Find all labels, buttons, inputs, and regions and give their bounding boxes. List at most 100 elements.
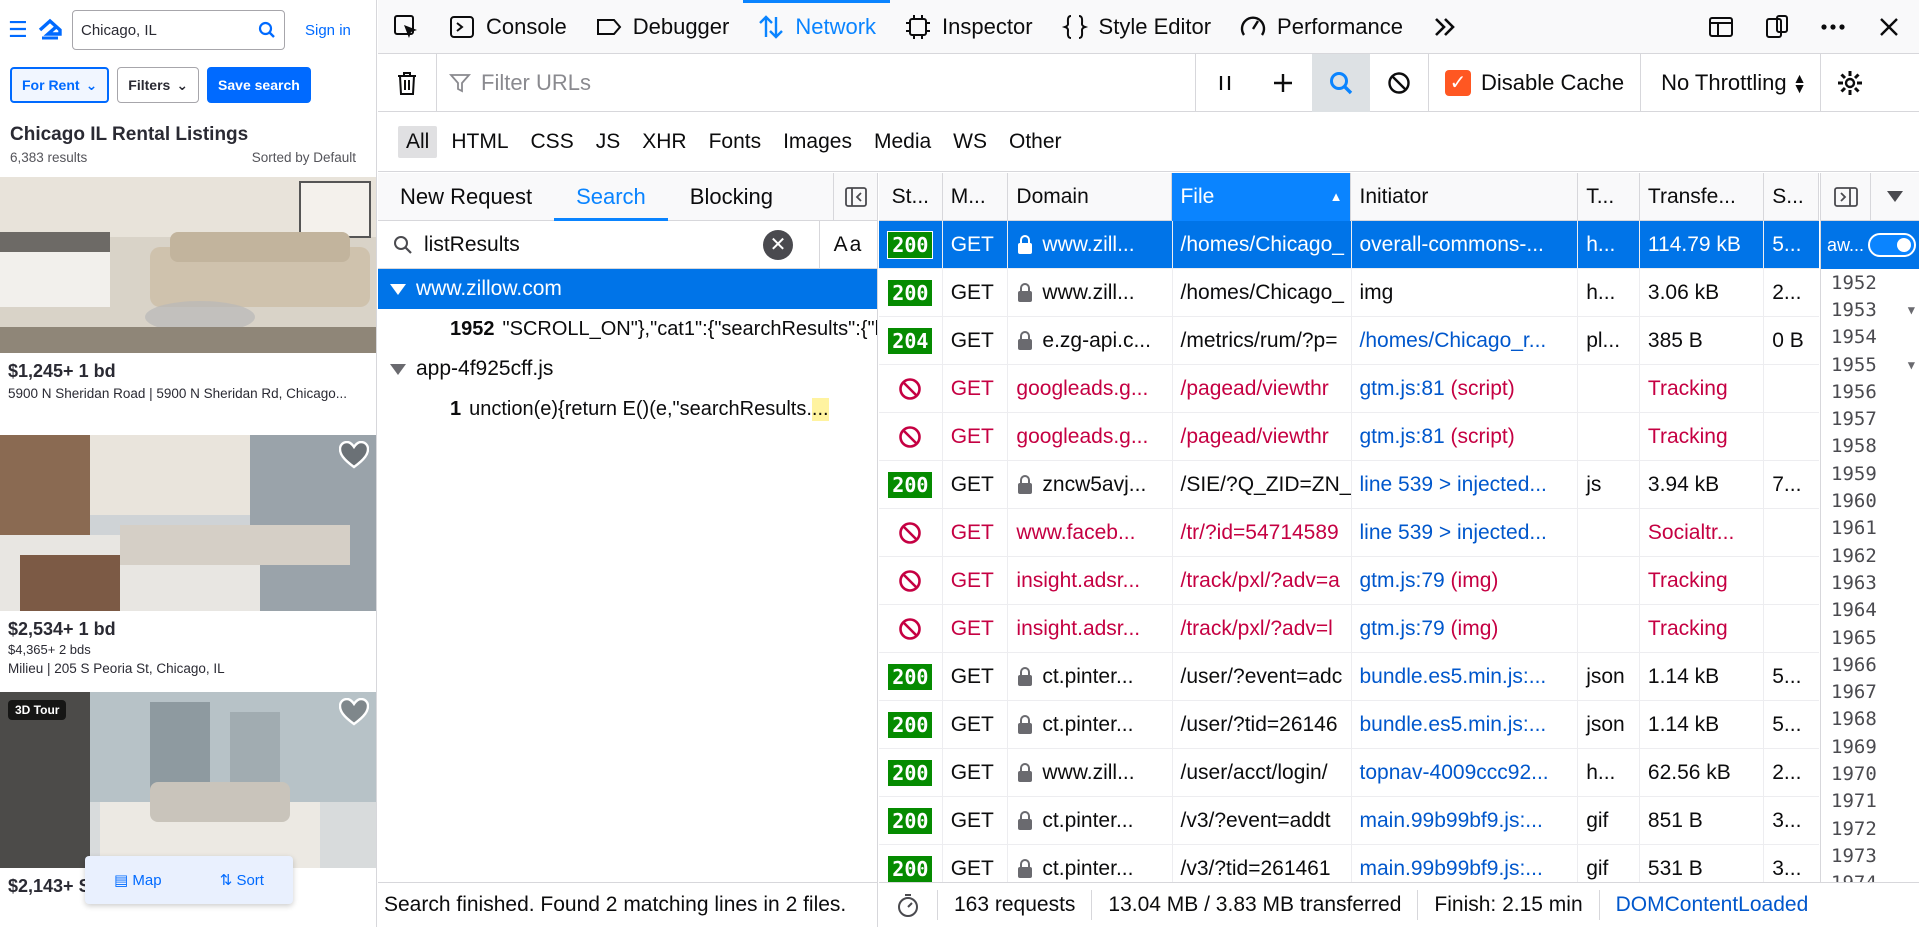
- column-header-transferred[interactable]: Transfe...: [1640, 173, 1765, 221]
- listing-price[interactable]: $1,245+ 1 bd: [0, 353, 376, 382]
- tab-new-request[interactable]: New Request: [378, 173, 554, 221]
- clear-requests-button[interactable]: [378, 54, 436, 112]
- responsive-design-icon[interactable]: [1763, 13, 1791, 41]
- initiator-link[interactable]: gtm.js:79: [1360, 569, 1445, 593]
- collapse-panel-button[interactable]: [833, 172, 877, 221]
- case-sensitive-toggle[interactable]: Aa: [819, 220, 877, 269]
- tab-debugger[interactable]: Debugger: [581, 0, 744, 54]
- expand-triangle-icon[interactable]: [390, 283, 406, 295]
- table-row[interactable]: GET insight.adsr.../track/pxl/?adv=l gtm.j…: [879, 604, 1819, 653]
- map-button[interactable]: ▤ Map: [114, 871, 162, 889]
- table-row[interactable]: GET insight.adsr.../track/pxl/?adv=a gtm.j…: [879, 556, 1819, 605]
- tab-inspector[interactable]: Inspector: [890, 0, 1047, 54]
- table-row[interactable]: 200 GET www.zill... /user/acct/login/topnav…: [879, 748, 1819, 797]
- listing-card[interactable]: $1,245+ 1 bd 5900 N Sheridan Road | 5900…: [0, 177, 376, 401]
- favorite-heart-icon[interactable]: [339, 441, 369, 469]
- more-options-icon[interactable]: [1819, 13, 1847, 41]
- initiator-link[interactable]: line 539 > injected...: [1360, 473, 1547, 497]
- tab-blocking[interactable]: Blocking: [668, 173, 795, 221]
- search-result-line[interactable]: 1952 "SCROLL_ON"},"cat1":{"searchResults…: [378, 309, 877, 349]
- initiator-link[interactable]: /homes/Chicago_r...: [1360, 329, 1547, 353]
- filter-urls-input[interactable]: Filter URLs: [436, 53, 1196, 112]
- fold-toggle-icon[interactable]: ▼: [1908, 303, 1915, 317]
- pause-recording-button[interactable]: [1196, 54, 1254, 112]
- initiator-link[interactable]: gtm.js:79: [1360, 617, 1445, 641]
- sort-order-label[interactable]: Sorted by Default: [252, 150, 356, 165]
- more-tools-button[interactable]: [1417, 0, 1473, 54]
- listing-photo[interactable]: [0, 435, 376, 611]
- column-header-method[interactable]: M...: [943, 173, 1009, 221]
- zillow-logo-icon[interactable]: [36, 16, 64, 44]
- type-filter-media[interactable]: Media: [866, 126, 939, 158]
- location-search-input[interactable]: Chicago, IL: [72, 10, 285, 50]
- search-input[interactable]: listResults ✕ Aa: [378, 220, 877, 269]
- table-row[interactable]: 200 GET ct.pinter... /v3/?tid=261461 main.99…: [879, 844, 1819, 882]
- listing-address[interactable]: Milieu | 205 S Peoria St, Chicago, IL: [0, 657, 376, 676]
- listing-address[interactable]: 5900 N Sheridan Road | 5900 N Sheridan R…: [0, 382, 376, 401]
- type-filter-ws[interactable]: WS: [945, 126, 995, 158]
- column-header-status[interactable]: St...: [879, 173, 943, 221]
- disable-cache-checkbox[interactable]: ✓ Disable Cache: [1428, 53, 1642, 112]
- type-filter-css[interactable]: CSS: [523, 126, 582, 158]
- type-filter-html[interactable]: HTML: [443, 126, 516, 158]
- column-header-initiator[interactable]: Initiator: [1351, 173, 1579, 221]
- listing-photo[interactable]: 3D Tour: [0, 692, 376, 868]
- expand-triangle-icon[interactable]: [390, 363, 406, 375]
- toggle-details-button[interactable]: [1821, 173, 1871, 221]
- search-result-file[interactable]: app-4f925cff.js: [378, 349, 877, 389]
- tab-search[interactable]: Search: [554, 173, 668, 221]
- tab-console[interactable]: Console: [434, 0, 581, 54]
- table-row[interactable]: GET www.faceb... /tr/?id=54714589 line 539 …: [879, 508, 1819, 557]
- initiator-link[interactable]: main.99b99bf9.js:...: [1360, 857, 1543, 881]
- type-filter-js[interactable]: JS: [588, 126, 629, 158]
- table-row[interactable]: 200 GET ct.pinter... /v3/?event=addt main.99…: [879, 796, 1819, 845]
- initiator-link[interactable]: bundle.es5.min.js:...: [1360, 713, 1547, 737]
- for-rent-dropdown[interactable]: For Rent ⌄: [10, 67, 110, 103]
- sort-button[interactable]: ⇅ Sort: [220, 871, 264, 889]
- dock-side-icon[interactable]: [1707, 13, 1735, 41]
- table-row[interactable]: 200 GET ct.pinter... /user/?event=adc bundle…: [879, 652, 1819, 701]
- request-blocking-button[interactable]: [1370, 54, 1428, 112]
- throttling-select[interactable]: No Throttling ▲ ▼: [1641, 53, 1822, 112]
- clear-search-icon[interactable]: ✕: [763, 229, 793, 260]
- column-header-size[interactable]: S...: [1764, 173, 1819, 221]
- type-filter-images[interactable]: Images: [775, 126, 860, 158]
- favorite-heart-icon[interactable]: [339, 698, 369, 726]
- type-filter-all[interactable]: All: [398, 125, 438, 158]
- type-filter-other[interactable]: Other: [1001, 126, 1070, 158]
- raw-toggle-switch[interactable]: [1868, 233, 1917, 257]
- column-header-file[interactable]: File ▲: [1172, 173, 1352, 221]
- initiator-link[interactable]: topnav-4009ccc92...: [1360, 761, 1549, 785]
- tab-network[interactable]: Network: [743, 0, 890, 54]
- table-row[interactable]: GET googleads.g.../pagead/viewthr gtm.js:8…: [879, 412, 1819, 461]
- table-row[interactable]: 200 GET zncw5avj... /SIE/?Q_ZID=ZN_ line 539…: [879, 460, 1819, 509]
- table-row[interactable]: 200 GET www.zill... /homes/Chicago_ overall-…: [879, 220, 1819, 269]
- type-filter-xhr[interactable]: XHR: [634, 126, 694, 158]
- new-request-button[interactable]: [1254, 54, 1312, 112]
- type-filter-fonts[interactable]: Fonts: [701, 126, 770, 158]
- search-result-line[interactable]: 1 unction(e){return E()(e,"searchResults…: [378, 389, 877, 429]
- close-icon[interactable]: [1875, 13, 1903, 41]
- save-search-button[interactable]: Save search: [207, 67, 311, 103]
- table-row[interactable]: 200 GET www.zill... /homes/Chicago_ img h... 3…: [879, 268, 1819, 317]
- fold-toggle-icon[interactable]: ▼: [1908, 358, 1915, 372]
- network-settings-button[interactable]: [1821, 54, 1879, 112]
- listing-photo[interactable]: [0, 177, 376, 353]
- table-row[interactable]: GET googleads.g.../pagead/viewthr gtm.js:8…: [879, 364, 1819, 413]
- listing-card[interactable]: $2,534+ 1 bd $4,365+ 2 bds Milieu | 205 …: [0, 435, 376, 676]
- initiator-link[interactable]: line 539 > injected...: [1360, 521, 1547, 545]
- initiator-link[interactable]: gtm.js:81: [1360, 425, 1445, 449]
- tab-performance[interactable]: Performance: [1225, 0, 1417, 54]
- performance-analysis-button[interactable]: [879, 890, 938, 920]
- tab-pick-element[interactable]: [378, 0, 434, 54]
- initiator-link[interactable]: bundle.es5.min.js:...: [1360, 665, 1547, 689]
- table-row[interactable]: 204 GET e.zg-api.c... /metrics/rum/?p= /home…: [879, 316, 1819, 365]
- column-header-type[interactable]: T...: [1578, 173, 1640, 221]
- search-result-file[interactable]: www.zillow.com: [378, 269, 877, 309]
- table-row[interactable]: 200 GET ct.pinter... /user/?tid=26146 bundle…: [879, 700, 1819, 749]
- initiator-link[interactable]: gtm.js:81: [1360, 377, 1445, 401]
- initiator-link[interactable]: main.99b99bf9.js:...: [1360, 809, 1543, 833]
- search-icon[interactable]: [258, 21, 276, 39]
- column-header-domain[interactable]: Domain: [1008, 173, 1173, 221]
- hamburger-menu-icon[interactable]: ☰: [8, 17, 28, 43]
